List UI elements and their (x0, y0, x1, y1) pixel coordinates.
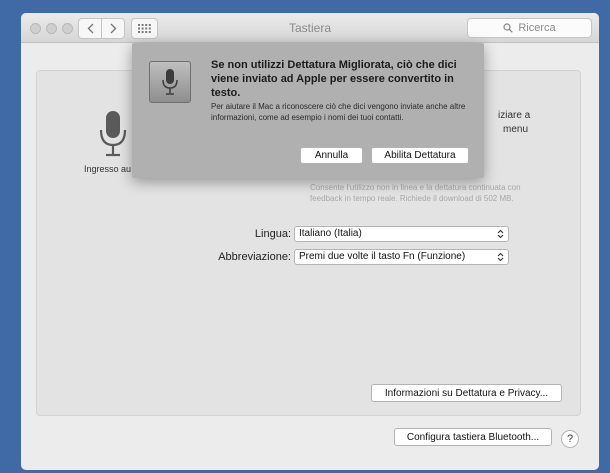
shortcut-value: Premi due volte il tasto Fn (Funzione) (299, 251, 466, 262)
help-button[interactable]: ? (561, 430, 579, 448)
dictation-privacy-info-button[interactable]: Informazioni su Dettatura e Privacy... (371, 384, 562, 402)
audio-input-label: Ingresso au (84, 164, 132, 174)
cancel-button[interactable]: Annulla (300, 147, 363, 164)
title-bar: Tastiera Ricerca (21, 13, 599, 43)
language-select[interactable]: Italiano (Italia) (294, 226, 509, 242)
updown-arrows-icon (497, 252, 504, 262)
shortcut-select[interactable]: Premi due volte il tasto Fn (Funzione) (294, 249, 509, 265)
dictation-app-icon (149, 61, 191, 103)
microphone-icon (99, 111, 127, 157)
enhanced-dictation-description: Consente l'utilizzo non in linea e la de… (310, 183, 521, 203)
language-value: Italiano (Italia) (299, 228, 362, 239)
language-label: Lingua: (254, 228, 291, 240)
search-placeholder: Ricerca (518, 22, 556, 34)
search-icon (503, 23, 514, 33)
search-field[interactable]: Ricerca (467, 18, 592, 38)
dialog-message: Per aiutare il Mac a riconoscere ciò che… (211, 102, 466, 122)
dialog-title: Se non utilizzi Dettatura Migliorata, ci… (211, 59, 457, 99)
updown-arrows-icon (497, 229, 504, 239)
configure-bluetooth-keyboard-button[interactable]: Configura tastiera Bluetooth... (394, 428, 552, 446)
partial-text-line-1: iziare a (498, 110, 531, 121)
dictation-confirm-dialog: Se non utilizzi Dettatura Migliorata, ci… (132, 43, 484, 178)
partial-text-line-2: menu (503, 124, 529, 135)
microphone-icon (162, 69, 178, 95)
enable-dictation-button[interactable]: Abilita Dettatura (371, 147, 469, 164)
shortcut-label: Abbreviazione: (218, 251, 291, 263)
